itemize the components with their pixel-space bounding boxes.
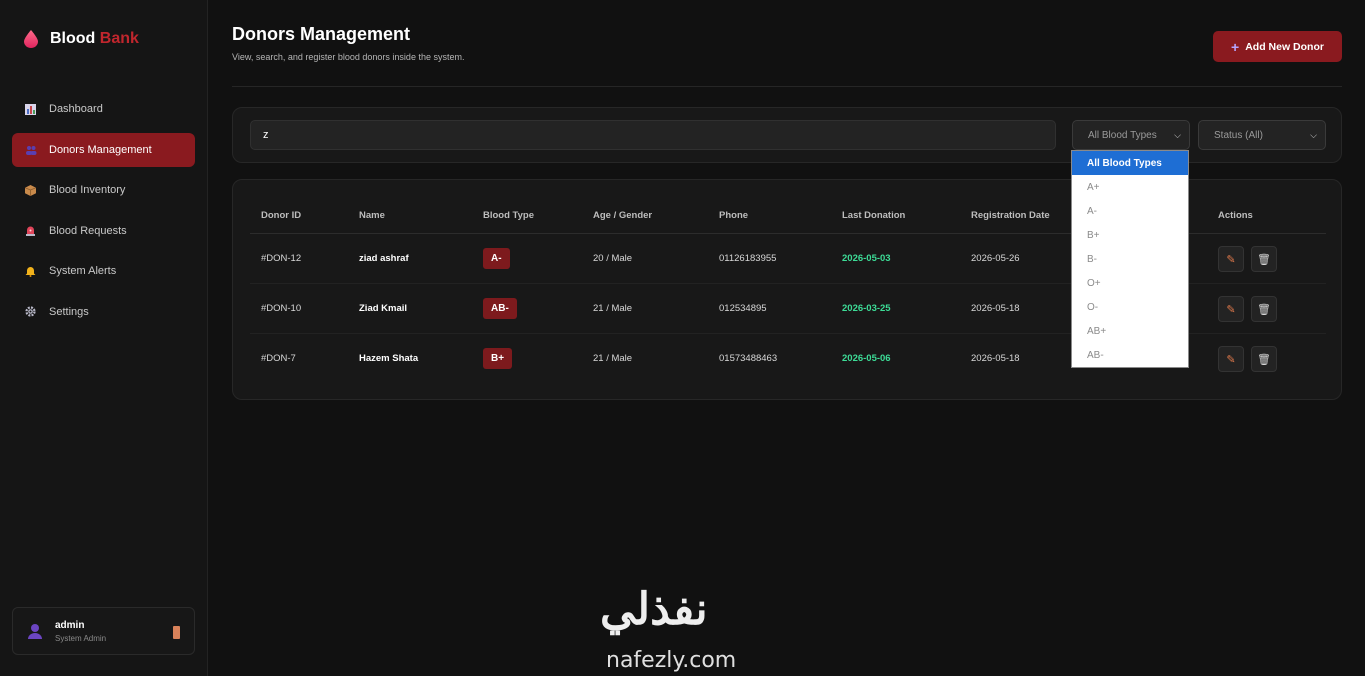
donor-id: #DON-7 — [261, 353, 296, 364]
donor-age-gender: 21 / Male — [593, 303, 633, 314]
trash-icon: 🗑 — [1257, 253, 1271, 266]
column-header-name: Name — [359, 210, 385, 221]
watermark-latin: nafezly.com — [606, 648, 737, 673]
donor-age-gender: 21 / Male — [593, 353, 633, 364]
last-donation-date: 2026-03-25 — [842, 303, 891, 314]
dropdown-option[interactable]: B+ — [1072, 223, 1188, 247]
dropdown-option[interactable]: AB+ — [1072, 319, 1188, 343]
blood-type-badge: B+ — [483, 348, 513, 369]
blood-type-select-value: All Blood Types — [1088, 129, 1157, 141]
dropdown-option[interactable]: B- — [1072, 247, 1188, 271]
registration-date: 2026-05-26 — [971, 253, 1020, 264]
dropdown-option[interactable]: A- — [1072, 199, 1188, 223]
sidebar-item-settings[interactable]: Settings — [12, 295, 195, 329]
brand-name: Blood Bank — [50, 30, 139, 47]
blood-drop-icon — [24, 30, 38, 48]
trash-icon: 🗑 — [1257, 353, 1271, 366]
donor-id: #DON-10 — [261, 303, 302, 314]
trash-icon: 🗑 — [1257, 303, 1271, 316]
logout-icon[interactable] — [173, 626, 180, 639]
donor-name: Ziad Kmail — [359, 303, 408, 314]
add-donor-label: Add New Donor — [1245, 40, 1324, 53]
registration-date: 2026-05-18 — [971, 353, 1020, 364]
last-donation-date: 2026-05-03 — [842, 253, 891, 264]
column-header-id: Donor ID — [261, 210, 302, 221]
brand-logo[interactable]: Blood Bank — [24, 30, 139, 48]
sidebar-item-requests[interactable]: Blood Requests — [12, 214, 195, 248]
last-donation-date: 2026-05-06 — [842, 353, 891, 364]
chart-icon — [24, 103, 37, 116]
avatar — [28, 624, 42, 639]
search-input[interactable] — [250, 120, 1056, 150]
bell-icon — [24, 265, 37, 278]
dropdown-option[interactable]: All Blood Types — [1072, 151, 1188, 175]
chevron-down-icon: ⌵ — [1310, 130, 1317, 140]
column-header-last-donation: Last Donation — [842, 210, 906, 221]
sidebar-item-label: Donors Management — [49, 143, 152, 156]
pencil-icon: ✎ — [1226, 253, 1236, 266]
watermark-arabic: نفذلي — [600, 585, 708, 634]
donor-name: ziad ashraf — [359, 253, 409, 264]
delete-button[interactable]: 🗑 — [1251, 246, 1277, 272]
sidebar-item-inventory[interactable]: Blood Inventory — [12, 173, 195, 207]
dropdown-option[interactable]: AB- — [1072, 343, 1188, 367]
user-card[interactable]: admin System Admin — [12, 607, 195, 655]
donor-phone: 01126183955 — [719, 253, 777, 264]
donor-phone: 01573488463 — [719, 353, 778, 364]
box-icon — [24, 184, 37, 197]
header-divider — [232, 86, 1342, 87]
sidebar-item-alerts[interactable]: System Alerts — [12, 254, 195, 288]
sidebar-item-label: Blood Inventory — [49, 184, 126, 196]
column-header-registration: Registration Date — [971, 210, 1050, 221]
edit-button[interactable]: ✎ — [1218, 246, 1244, 272]
page-title: Donors Management — [232, 24, 411, 44]
sidebar-item-dashboard[interactable]: Dashboard — [12, 92, 195, 126]
edit-button[interactable]: ✎ — [1218, 346, 1244, 372]
pencil-icon: ✎ — [1226, 353, 1236, 366]
sidebar-item-label: System Alerts — [49, 265, 117, 277]
plus-icon: + — [1231, 38, 1240, 55]
donor-id: #DON-12 — [261, 253, 302, 264]
column-header-actions: Actions — [1218, 210, 1253, 221]
donor-phone: 012534895 — [719, 303, 767, 314]
blood-type-select[interactable]: All Blood Types ⌵ — [1072, 120, 1190, 150]
page-subtitle: View, search, and register blood donors … — [232, 52, 465, 62]
gear-icon — [24, 305, 37, 318]
delete-button[interactable]: 🗑 — [1251, 346, 1277, 372]
sidebar-item-label: Dashboard — [49, 103, 103, 115]
edit-button[interactable]: ✎ — [1218, 296, 1244, 322]
add-donor-button[interactable]: + Add New Donor — [1213, 31, 1342, 62]
user-role: System Admin — [55, 633, 107, 643]
donor-name: Hazem Shata — [359, 353, 419, 364]
sidebar-nav: Dashboard Donors Management Blood Invent… — [12, 92, 195, 335]
sidebar-item-label: Blood Requests — [49, 224, 127, 237]
sidebar-item-label: Settings — [49, 305, 89, 318]
blood-type-badge: A- — [483, 248, 510, 269]
blood-type-badge: AB- — [483, 298, 517, 319]
dropdown-option[interactable]: O+ — [1072, 271, 1188, 295]
dropdown-option[interactable]: A+ — [1072, 175, 1188, 199]
column-header-blood-type: Blood Type — [483, 210, 535, 221]
status-select-value: Status (All) — [1214, 129, 1263, 141]
pencil-icon: ✎ — [1226, 303, 1236, 316]
chevron-down-icon: ⌵ — [1174, 130, 1181, 140]
blood-type-dropdown: All Blood Types A+ A- B+ B- O+ O- AB+ AB… — [1071, 150, 1189, 368]
donor-age-gender: 20 / Male — [593, 253, 633, 264]
column-header-phone: Phone — [719, 210, 749, 221]
column-header-age-gender: Age / Gender — [593, 210, 653, 221]
status-select[interactable]: Status (All) ⌵ — [1198, 120, 1326, 150]
delete-button[interactable]: 🗑 — [1251, 296, 1277, 322]
registration-date: 2026-05-18 — [971, 303, 1020, 314]
user-name: admin — [55, 619, 85, 631]
dropdown-option[interactable]: O- — [1072, 295, 1188, 319]
sidebar: Blood Bank Dashboard Donors Management B… — [0, 0, 208, 676]
sidebar-item-donors[interactable]: Donors Management — [12, 132, 195, 167]
people-icon — [24, 143, 37, 156]
siren-icon — [24, 224, 37, 237]
